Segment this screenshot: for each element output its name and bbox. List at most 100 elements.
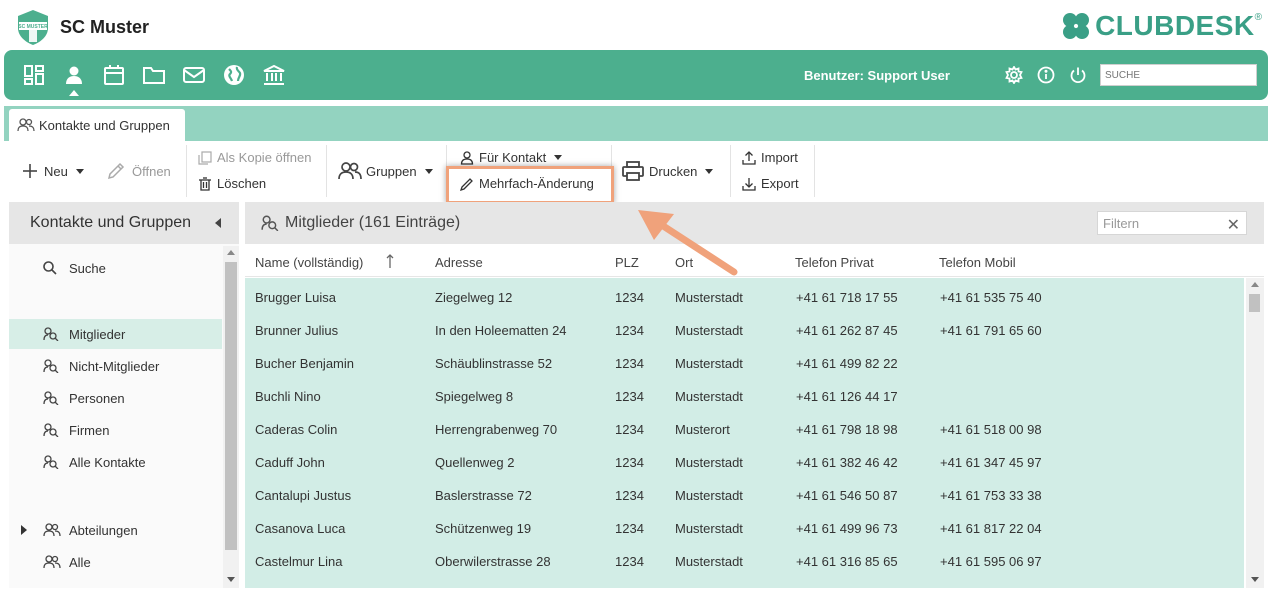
settings-icon[interactable] — [1004, 65, 1024, 85]
sidebar-item-label: Alle Kontakte — [69, 455, 146, 470]
scroll-down-icon[interactable] — [227, 577, 235, 582]
main-panel: Mitglieder (161 Einträge) Filtern ✕ Name… — [245, 202, 1264, 588]
cell-address: Quellenweg 2 — [435, 455, 515, 470]
club-name: SC Muster — [60, 16, 150, 37]
table-row[interactable]: Castelmur Lina Oberwilerstrasse 28 1234 Mus… — [245, 544, 1244, 577]
table-row[interactable]: Caduff John Quellenweg 2 1234 Musterstadt +4… — [245, 445, 1244, 478]
scrollbar-thumb[interactable] — [225, 262, 237, 550]
cell-name: Caderas Colin — [255, 422, 338, 437]
table-row[interactable]: Cantalupi Justus Baslerstrasse 72 1234 Must… — [245, 478, 1244, 511]
column-header-name[interactable]: Name (vollständig) — [255, 255, 363, 270]
import-button[interactable]: Import — [742, 150, 798, 165]
for-contact-button[interactable]: Für Kontakt — [460, 150, 563, 165]
scroll-up-icon[interactable] — [227, 250, 235, 255]
list-title: Mitglieder (161 Einträge) — [261, 214, 460, 232]
dashboard-icon[interactable] — [22, 63, 46, 87]
close-icon[interactable]: ✕ — [1227, 215, 1240, 235]
sidebar-item-label: Mitglieder — [69, 327, 126, 342]
cell-address: Ziegelweg 12 — [435, 290, 513, 305]
cell-city: Musterstadt — [675, 389, 743, 404]
cell-zip: 1234 — [615, 554, 644, 569]
table-row[interactable]: Brunner Julius In den Holeematten 24 1234 M… — [245, 313, 1244, 346]
filter-input[interactable]: Filtern ✕ — [1097, 211, 1247, 235]
left-panel-header: Kontakte und Gruppen — [9, 202, 239, 244]
tab-label: Kontakte und Gruppen — [39, 117, 170, 133]
export-button[interactable]: Export — [742, 176, 799, 191]
cell-name: Cantalupi Justus — [255, 488, 352, 503]
globe-icon[interactable] — [222, 63, 246, 87]
table-row[interactable]: Bucher Benjamin Schäublinstrasse 52 1234 Mu… — [245, 346, 1244, 379]
sidebar-item-companies[interactable]: Firmen — [9, 415, 222, 445]
cell-city: Musterstadt — [675, 488, 743, 503]
cell-phone-private: +41 61 126 44 17 — [796, 389, 898, 404]
table-row[interactable]: Caderas Colin Herrengrabenweg 70 1234 Muste… — [245, 412, 1244, 445]
toolbar-divider — [186, 145, 187, 197]
table-scrollbar[interactable] — [1246, 278, 1264, 588]
scroll-down-icon[interactable] — [1251, 577, 1259, 582]
info-icon[interactable] — [1036, 65, 1056, 85]
tab-contacts-groups[interactable]: Kontakte und Gruppen — [9, 109, 185, 141]
cell-zip: 1234 — [615, 290, 644, 305]
collapse-panel-icon[interactable] — [215, 218, 221, 228]
cell-zip: 1234 — [615, 488, 644, 503]
import-label: Import — [761, 150, 798, 165]
expand-icon[interactable] — [21, 525, 27, 535]
cell-phone-private: +41 61 499 82 22 — [796, 356, 898, 371]
people-icon — [17, 118, 35, 132]
chevron-down-icon — [554, 155, 563, 160]
cell-phone-private: +41 61 316 85 65 — [796, 554, 898, 569]
sort-ascending-icon[interactable] — [385, 253, 395, 269]
cell-phone-mobile: +41 61 595 06 97 — [940, 554, 1042, 569]
cell-city: Musterstadt — [675, 521, 743, 536]
column-header-address[interactable]: Adresse — [435, 255, 483, 270]
print-button[interactable]: Drucken — [622, 161, 714, 181]
cell-zip: 1234 — [615, 356, 644, 371]
column-header-phone-private[interactable]: Telefon Privat — [795, 255, 874, 270]
bulk-edit-highlight — [446, 166, 614, 204]
left-panel-scrollbar[interactable] — [223, 246, 239, 588]
scroll-up-icon[interactable] — [1251, 282, 1259, 287]
groups-button[interactable]: Gruppen — [338, 162, 433, 180]
toolbar-divider — [326, 145, 327, 197]
folder-icon[interactable] — [142, 63, 166, 87]
chevron-down-icon — [75, 168, 84, 174]
tab-strip: Kontakte und Gruppen — [4, 106, 1268, 141]
cell-phone-private: +41 61 798 18 98 — [796, 422, 898, 437]
global-search-input[interactable] — [1100, 64, 1257, 86]
filter-placeholder: Filtern — [1103, 216, 1140, 231]
copy-icon — [198, 150, 212, 165]
sidebar-item-non-members[interactable]: Nicht-Mitglieder — [9, 351, 222, 381]
mail-icon[interactable] — [182, 63, 206, 87]
open-button[interactable]: Öffnen — [106, 161, 171, 181]
table-row[interactable]: Brugger Luisa Ziegelweg 12 1234 Musterstadt… — [245, 280, 1244, 313]
sidebar-item-all[interactable]: Alle — [9, 547, 222, 577]
person-icon[interactable] — [62, 63, 86, 87]
people-icon — [338, 162, 362, 180]
cell-city: Musterstadt — [675, 323, 743, 338]
calendar-icon[interactable] — [102, 63, 126, 87]
cell-phone-private: +41 61 262 87 45 — [796, 323, 898, 338]
clover-icon — [1063, 13, 1090, 39]
new-button[interactable]: Neu — [22, 163, 84, 179]
sidebar-item-search[interactable]: Suche — [9, 253, 222, 283]
person-icon — [460, 150, 474, 165]
scrollbar-thumb[interactable] — [1249, 294, 1260, 312]
bank-icon[interactable] — [262, 63, 286, 87]
column-header-phone-mobile[interactable]: Telefon Mobil — [939, 255, 1016, 270]
trash-icon — [199, 176, 211, 191]
table-row[interactable]: Buchli Nino Spiegelweg 8 1234 Musterstadt +4… — [245, 379, 1244, 412]
cell-name: Bucher Benjamin — [255, 356, 354, 371]
sidebar-item-all-contacts[interactable]: Alle Kontakte — [9, 447, 222, 477]
main-navbar: Benutzer: Support User — [4, 50, 1268, 100]
sidebar-item-members[interactable]: Mitglieder — [9, 319, 222, 349]
sidebar-item-persons[interactable]: Personen — [9, 383, 222, 413]
sidebar-item-departments[interactable]: Abteilungen — [9, 515, 222, 545]
delete-button[interactable]: Löschen — [198, 176, 266, 191]
sidebar-item-label: Firmen — [69, 423, 110, 438]
chevron-down-icon — [705, 168, 714, 174]
open-copy-button[interactable]: Als Kopie öffnen — [198, 150, 311, 165]
sidebar-item-label: Personen — [69, 391, 125, 406]
cell-address: Schäublinstrasse 52 — [435, 356, 553, 371]
power-icon[interactable] — [1068, 65, 1088, 85]
table-row[interactable]: Casanova Luca Schützenweg 19 1234 Mustersta… — [245, 511, 1244, 544]
